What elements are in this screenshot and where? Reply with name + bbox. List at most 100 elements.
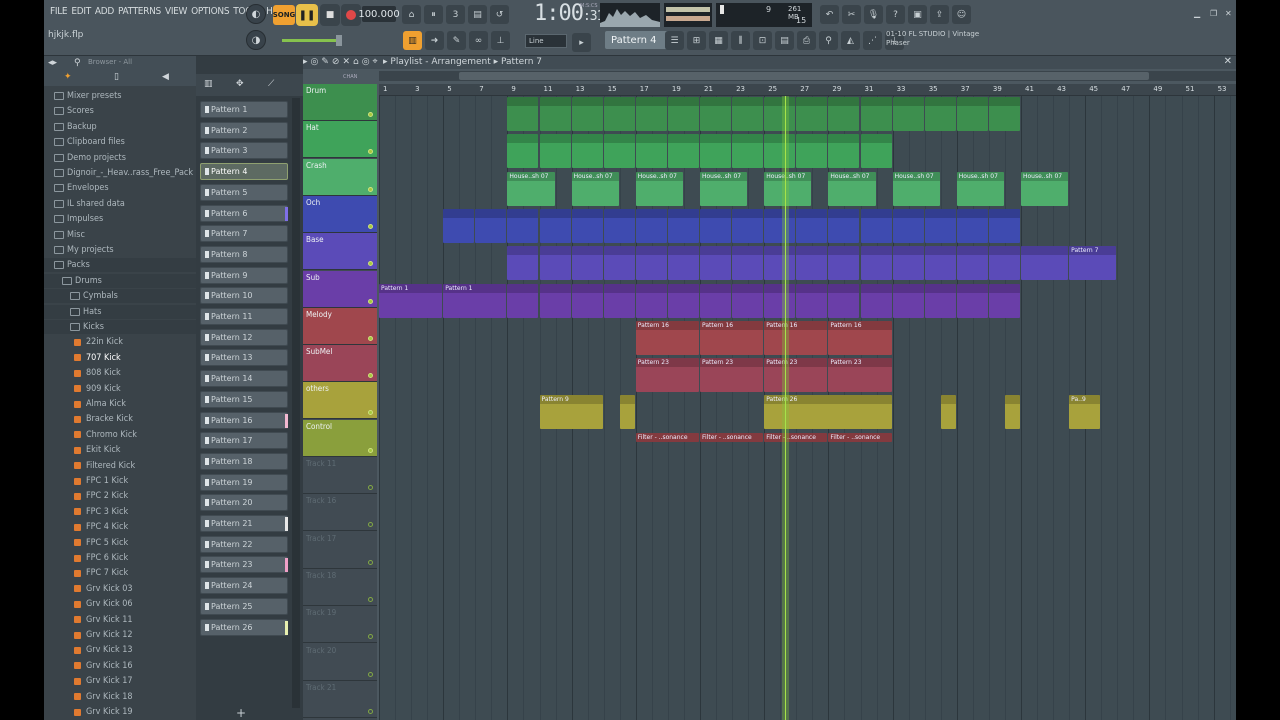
- track-header[interactable]: Base: [303, 233, 377, 271]
- playlist-clip[interactable]: House..sh 07: [571, 171, 619, 206]
- browser-item[interactable]: FPC 7 Kick: [44, 566, 196, 580]
- track-header[interactable]: Sub: [303, 270, 377, 308]
- plugin-icon[interactable]: ⚲: [819, 31, 838, 50]
- pattern-item[interactable]: Pattern 9: [200, 266, 288, 284]
- pattern-item[interactable]: Pattern 15: [200, 390, 288, 408]
- help-icon[interactable]: ?: [886, 5, 905, 24]
- playlist-clip[interactable]: [571, 134, 603, 169]
- track-header[interactable]: Melody: [303, 307, 377, 345]
- snap-arrow-icon[interactable]: ➜: [425, 31, 444, 50]
- horizontal-scrollbar[interactable]: [379, 71, 1236, 81]
- playlist-clip[interactable]: [507, 134, 539, 169]
- playlist-clip[interactable]: [603, 246, 635, 281]
- browser-item[interactable]: Grv Kick 06: [44, 597, 196, 611]
- track-mute-led-icon[interactable]: [368, 447, 373, 453]
- pattern-item[interactable]: Pattern 17: [200, 432, 288, 450]
- playlist-clip[interactable]: [956, 246, 988, 281]
- playlist-clip[interactable]: [828, 283, 860, 318]
- pattern-item[interactable]: Pattern 3: [200, 142, 288, 160]
- playlist-clip[interactable]: Pattern 1: [379, 283, 443, 318]
- playlist-clip[interactable]: [828, 208, 860, 243]
- playlist-clip[interactable]: [940, 395, 956, 430]
- picker-brush-icon[interactable]: ⟋: [268, 79, 274, 89]
- playlist-clip[interactable]: Pa..9: [1069, 395, 1101, 430]
- link-icon[interactable]: ∞: [469, 31, 488, 50]
- playlist-clip[interactable]: [860, 246, 892, 281]
- playlist-clip[interactable]: [507, 246, 539, 281]
- pattern-item[interactable]: Pattern 2: [200, 121, 288, 139]
- browser-item[interactable]: FPC 6 Kick: [44, 551, 196, 565]
- playlist-clip[interactable]: [892, 283, 924, 318]
- track-mute-led-icon[interactable]: [368, 559, 373, 565]
- pattern-item[interactable]: Pattern 6: [200, 204, 288, 222]
- channel-rack-icon[interactable]: ▦: [709, 31, 728, 50]
- browser-item[interactable]: Kicks: [44, 320, 196, 334]
- pattern-item[interactable]: Pattern 1: [200, 101, 288, 118]
- track-header[interactable]: Och: [303, 195, 377, 233]
- playlist-clip[interactable]: [571, 97, 603, 131]
- playlist-clip[interactable]: [507, 208, 539, 243]
- playlist-clip[interactable]: [796, 283, 828, 318]
- playlist-clip[interactable]: [603, 283, 635, 318]
- playlist-clip[interactable]: [860, 134, 892, 169]
- playlist-clip[interactable]: [539, 97, 571, 131]
- mixer-icon[interactable]: ⫼: [731, 31, 750, 50]
- playlist-clip[interactable]: [924, 97, 956, 131]
- track-mute-led-icon[interactable]: [368, 335, 373, 341]
- playhead[interactable]: [782, 84, 789, 720]
- browser-icon[interactable]: ▤: [775, 31, 794, 50]
- playlist-clip[interactable]: Pattern 23: [635, 358, 699, 393]
- browser-item[interactable]: Misc: [44, 228, 196, 242]
- playlist-tools-icons[interactable]: ▸◎✎⊘✕⌂◎⌖: [303, 57, 381, 67]
- playlist-clip[interactable]: [796, 97, 828, 131]
- piano-roll-icon[interactable]: ⊞: [687, 31, 706, 50]
- playlist-clip[interactable]: House..sh 07: [828, 171, 876, 206]
- playlist-clip[interactable]: [924, 246, 956, 281]
- playlist-clip[interactable]: House..sh 07: [1021, 171, 1069, 206]
- browser-star-icon[interactable]: ✦: [64, 72, 72, 82]
- track-header[interactable]: Track 21: [303, 681, 377, 718]
- touch-controller-icon[interactable]: ◭: [841, 31, 860, 50]
- playlist-clip[interactable]: [700, 134, 732, 169]
- track-header[interactable]: Track 19: [303, 606, 377, 644]
- playlist-clip[interactable]: [1021, 246, 1069, 281]
- playlist-clip[interactable]: [667, 134, 699, 169]
- playlist-clip[interactable]: [924, 283, 956, 318]
- playlist-clip[interactable]: House..sh 07: [892, 171, 940, 206]
- playlist-clip[interactable]: [764, 208, 796, 243]
- pattern-item[interactable]: Pattern 24: [200, 577, 288, 595]
- browser-item[interactable]: FPC 5 Kick: [44, 536, 196, 550]
- playlist-clip[interactable]: Filter - ..sonance: [764, 432, 828, 442]
- playlist-clip[interactable]: [828, 246, 860, 281]
- undo-icon[interactable]: ↶: [820, 5, 839, 24]
- playlist-clip[interactable]: [443, 208, 475, 243]
- browser-item[interactable]: 808 Kick: [44, 366, 196, 380]
- playlist-clip[interactable]: [956, 283, 988, 318]
- track-mute-led-icon[interactable]: [368, 223, 373, 229]
- pattern-item[interactable]: Pattern 7: [200, 225, 288, 243]
- pattern-item[interactable]: Pattern 13: [200, 349, 288, 367]
- playlist-clip[interactable]: [571, 208, 603, 243]
- pattern-item[interactable]: Pattern 14: [200, 370, 288, 388]
- browser-item[interactable]: Demo projects: [44, 151, 196, 165]
- playlist-window-icon[interactable]: ☰: [665, 31, 684, 50]
- browser-item[interactable]: Cymbals: [44, 289, 196, 304]
- pattern-item[interactable]: Pattern 4: [200, 163, 288, 181]
- picker-move-icon[interactable]: ✥: [236, 79, 244, 89]
- pattern-item[interactable]: Pattern 11: [200, 308, 288, 325]
- playlist-clip[interactable]: [667, 283, 699, 318]
- playlist-clip[interactable]: [603, 97, 635, 131]
- playlist-clip[interactable]: [828, 97, 860, 131]
- browser-item[interactable]: Backup: [44, 120, 196, 134]
- pattern-item[interactable]: Pattern 21: [200, 515, 288, 532]
- playlist-clip[interactable]: House..sh 07: [635, 171, 683, 206]
- playlist-close-icon[interactable]: ✕: [1224, 56, 1232, 67]
- pencil-icon[interactable]: ✎: [447, 31, 466, 50]
- stamp-icon[interactable]: ⊥: [491, 31, 510, 50]
- arrangement-grid[interactable]: House..sh 07 House..sh 07 House..sh 07 Hous…: [379, 84, 1236, 720]
- playlist-clip[interactable]: [732, 283, 764, 318]
- playlist-clip[interactable]: [700, 246, 732, 281]
- playlist-clip[interactable]: [828, 134, 860, 169]
- track-header[interactable]: Track 16: [303, 494, 377, 532]
- playlist-clip[interactable]: Filter - ..sonance: [635, 432, 699, 442]
